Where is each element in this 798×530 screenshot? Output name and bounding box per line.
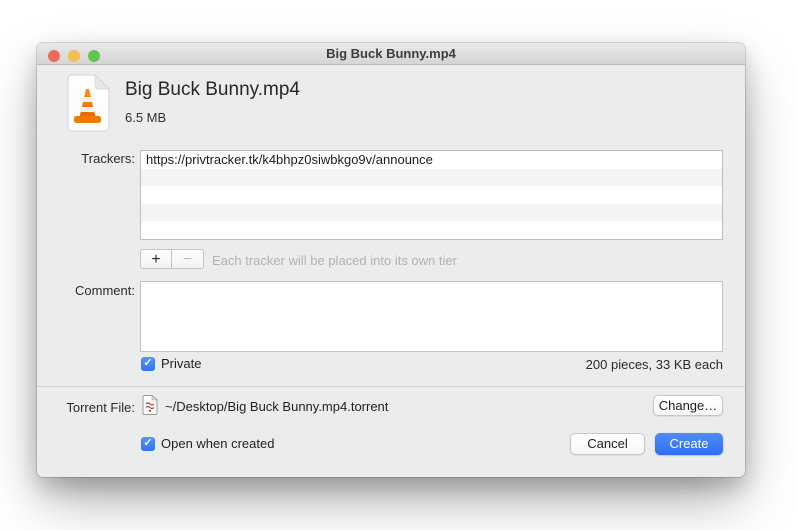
- tracker-add-remove-control: + −: [140, 249, 204, 269]
- tracker-row[interactable]: [141, 169, 722, 187]
- file-name: Big Buck Bunny.mp4: [125, 79, 300, 101]
- create-torrent-dialog: Big Buck Bunny.mp4 Big Buck Bunny.mp4 6.…: [37, 43, 745, 477]
- section-divider: [37, 386, 745, 387]
- change-destination-button[interactable]: Change…: [653, 395, 723, 416]
- file-size: 6.5 MB: [125, 110, 166, 125]
- window-title: Big Buck Bunny.mp4: [37, 43, 745, 65]
- add-tracker-button[interactable]: +: [140, 249, 172, 269]
- title-bar[interactable]: Big Buck Bunny.mp4: [37, 43, 745, 65]
- torrent-file-label: Torrent File:: [40, 400, 135, 415]
- tracker-row[interactable]: https://privtracker.tk/k4bhpz0siwbkgo9v/…: [141, 151, 722, 169]
- private-checkbox[interactable]: ✓: [141, 357, 155, 371]
- vlc-cone-document-icon: [65, 74, 110, 132]
- private-option[interactable]: ✓ Private: [141, 356, 201, 371]
- open-when-created-label[interactable]: Open when created: [161, 436, 274, 451]
- remove-tracker-button[interactable]: −: [172, 249, 204, 269]
- trackers-label: Trackers:: [40, 151, 135, 166]
- pieces-info: 200 pieces, 33 KB each: [586, 357, 723, 372]
- cancel-button[interactable]: Cancel: [570, 433, 645, 455]
- create-button[interactable]: Create: [655, 433, 723, 455]
- tracker-row[interactable]: [141, 204, 722, 222]
- comment-label: Comment:: [40, 283, 135, 298]
- desktop-background: Big Buck Bunny.mp4 Big Buck Bunny.mp4 6.…: [0, 0, 798, 530]
- comment-input[interactable]: [140, 281, 723, 352]
- tracker-row[interactable]: [141, 221, 722, 239]
- torrent-document-icon: [142, 395, 158, 415]
- tracker-tier-hint: Each tracker will be placed into its own…: [212, 253, 457, 268]
- tracker-row[interactable]: [141, 186, 722, 204]
- torrent-file-path: ~/Desktop/Big Buck Bunny.mp4.torrent: [165, 399, 388, 414]
- private-label[interactable]: Private: [161, 356, 201, 371]
- tracker-list[interactable]: https://privtracker.tk/k4bhpz0siwbkgo9v/…: [140, 150, 723, 240]
- open-when-created-option[interactable]: ✓ Open when created: [141, 436, 274, 451]
- open-when-created-checkbox[interactable]: ✓: [141, 437, 155, 451]
